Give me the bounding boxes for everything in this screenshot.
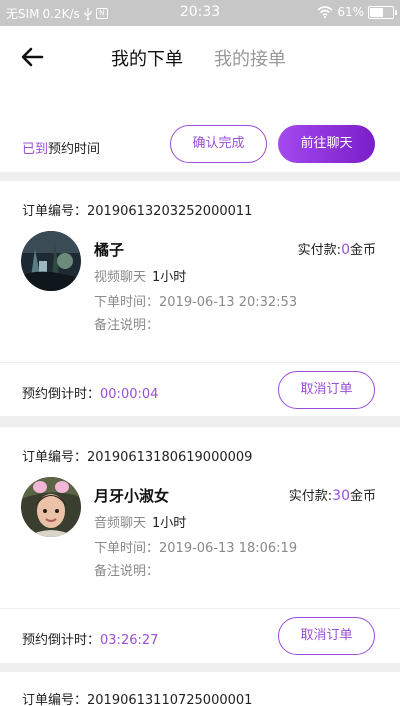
avatar[interactable] [21,477,81,537]
order-number-value: 20190613203252000011 [87,204,253,219]
paid-unit: 金币 [349,489,376,504]
appointment-countdown: 预约倒计时：00:00:04 [22,383,158,402]
service-info: 音频聊天 1小时 [94,512,186,531]
order-number: 订单编号：20190613203252000011 [22,200,252,219]
order-card: 订单编号：20190613110725000001 [0,672,400,706]
paid-label: 实付款: [297,243,342,258]
order-time: 下单时间：2019-06-13 18:06:19 [94,537,297,556]
order-time: 下单时间：2019-06-13 20:32:53 [94,291,297,310]
service-duration: 1小时 [152,516,187,531]
order-time-label: 下单时间： [94,541,160,556]
paid-value: 30 [332,488,350,504]
cancel-order-button[interactable]: 取消订单 [278,617,375,655]
order-number: 订单编号：20190613110725000001 [22,689,252,706]
order-card: 订单编号：20190613203252000011 橘子 实付款:0金币 视频聊… [0,181,400,416]
battery-icon [368,5,397,19]
battery-percent: 61% [337,5,364,19]
app-header: 我的下单 我的接单 [0,26,400,118]
paid-amount: 实付款:0金币 [298,239,376,258]
countdown-label: 预约倒计时： [22,387,101,402]
order-number-label: 订单编号： [22,450,88,465]
card-divider [0,362,400,363]
arrival-status-highlight: 已到 [22,142,49,157]
order-time-label: 下单时间： [94,295,160,310]
order-number: 订单编号：20190613180619000009 [22,446,252,465]
order-time-value: 2019-06-13 18:06:19 [159,541,298,556]
card-divider [0,608,400,609]
appointment-countdown: 预约倒计时：03:26:27 [22,629,158,648]
order-action-bar: 已到预约时间 确认完成 前往聊天 [0,118,400,172]
order-number-value: 20190613110725000001 [87,693,253,706]
paid-value: 0 [341,242,350,258]
service-info: 视频聊天 1小时 [94,266,186,285]
order-number-value: 20190613180619000009 [87,450,253,465]
countdown-value: 03:26:27 [100,633,159,648]
arrival-status: 已到预约时间 [22,138,100,157]
paid-unit: 金币 [349,243,376,258]
order-note: 备注说明： [94,564,160,579]
tab-my-orders[interactable]: 我的下单 [111,45,183,71]
countdown-value: 00:00:04 [100,387,159,402]
avatar[interactable] [21,231,81,291]
arrival-status-text: 预约时间 [48,142,101,157]
order-time-value: 2019-06-13 20:32:53 [159,295,298,310]
wifi-icon [317,6,333,18]
paid-label: 实付款: [288,489,333,504]
confirm-complete-button[interactable]: 确认完成 [170,125,267,163]
status-right: 61% [317,5,397,19]
order-number-label: 订单编号： [22,204,88,219]
cancel-order-button[interactable]: 取消订单 [278,371,375,409]
order-number-label: 订单编号： [22,693,88,706]
service-duration: 1小时 [152,270,187,285]
status-bar: 无SIM 0.2K/s N 20:33 61% [0,0,400,26]
back-arrow-icon[interactable] [20,44,46,70]
order-card: 订单编号：20190613180619000009 月牙小淑女 实付款:30金币… [0,427,400,663]
service-type: 视频聊天 [94,270,147,285]
go-chat-button[interactable]: 前往聊天 [278,125,375,163]
countdown-label: 预约倒计时： [22,633,101,648]
tab-accepted-orders[interactable]: 我的接单 [214,45,286,71]
service-type: 音频聊天 [94,516,147,531]
paid-amount: 实付款:30金币 [289,485,376,504]
order-note: 备注说明： [94,318,160,333]
user-name: 橘子 [94,241,125,259]
battery-level [370,7,383,17]
user-name: 月牙小淑女 [94,487,170,505]
